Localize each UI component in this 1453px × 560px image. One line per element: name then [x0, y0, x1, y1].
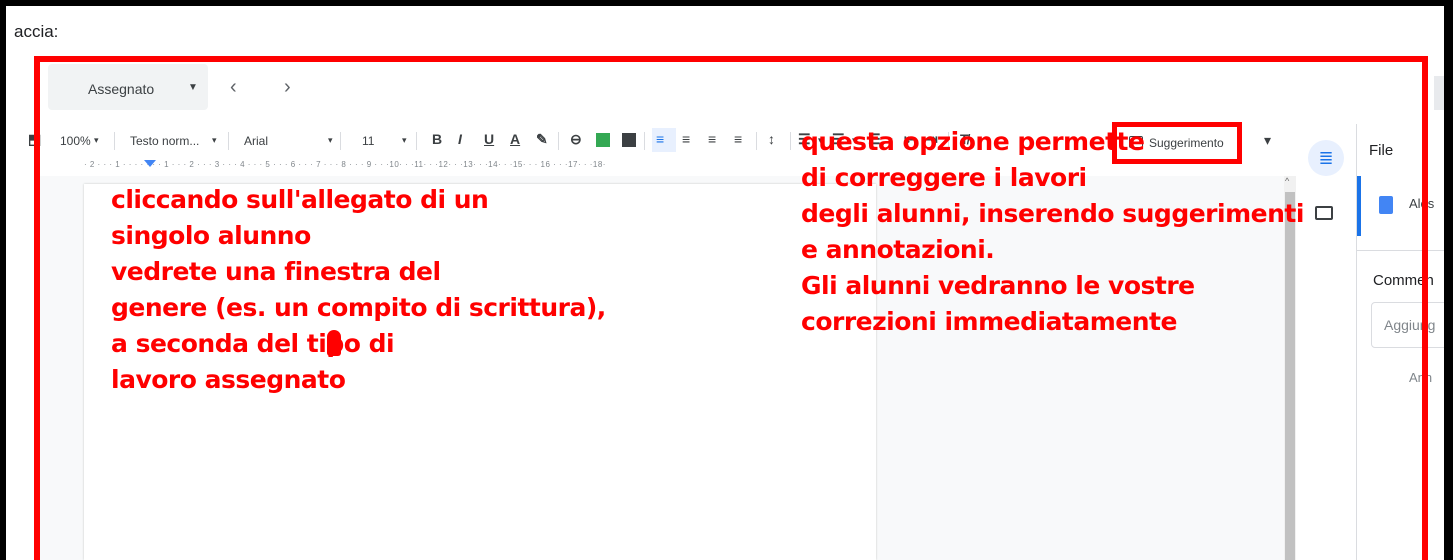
highlight-frame	[34, 56, 1428, 560]
header-scroll-edge	[1434, 76, 1444, 110]
caption-text: accia:	[14, 22, 59, 41]
